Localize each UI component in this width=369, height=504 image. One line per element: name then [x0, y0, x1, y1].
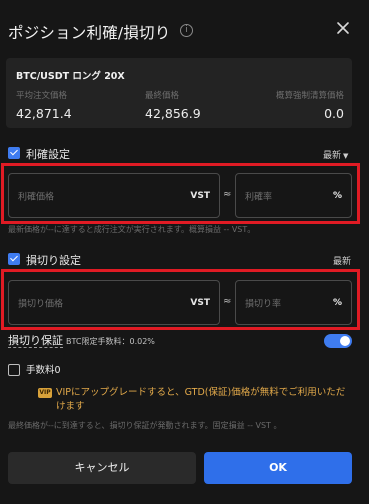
ok-button[interactable]: OK [204, 452, 352, 484]
cancel-button[interactable]: キャンセル [8, 452, 196, 484]
take-profit-rate-placeholder: 利確率 [245, 192, 273, 202]
take-profit-hint: 最新価格が--に達すると成行注文が実行されます。概算損益 -- VST。 [8, 225, 256, 234]
stop-loss-price-input[interactable]: 損切り価格 VST [8, 280, 220, 325]
stop-loss-rate-input[interactable]: 損切り率 % [235, 280, 352, 325]
info-icon[interactable]: i [180, 24, 193, 37]
take-profit-rate-unit: % [332, 190, 342, 201]
take-profit-rate-input[interactable]: 利確率 % [235, 173, 352, 218]
stop-loss-price-placeholder: 損切り価格 [18, 299, 64, 309]
take-profit-label: 利確設定 [26, 148, 70, 161]
approx-sign: ≈ [223, 189, 232, 200]
guaranteed-stop-loss-toggle[interactable] [324, 334, 352, 348]
liquidation-price-label: 概算強制清算価格 [275, 91, 344, 101]
last-price-value: 42,856.9 [145, 106, 201, 121]
take-profit-price-type-select[interactable]: 最新 ▼ [323, 148, 348, 161]
approx-sign: ≈ [223, 296, 232, 307]
position-summary-card: BTC/USDT ロング 20X 平均注文価格 最終価格 概算強制清算価格 42… [6, 58, 352, 128]
take-profit-checkbox[interactable] [8, 147, 20, 159]
fee-zero-checkbox[interactable] [8, 364, 20, 376]
guaranteed-stop-loss-label[interactable]: 損切り保証 [8, 334, 63, 348]
stop-loss-label: 損切り設定 [26, 254, 81, 267]
stop-loss-checkbox[interactable] [8, 253, 20, 265]
avg-price-value: 42,871.4 [16, 106, 72, 121]
guarantee-hint: 最終価格が--に到達すると、損切り保証が発動されます。固定損益 -- VST 。 [8, 421, 282, 430]
position-title: BTC/USDT ロング 20X [16, 71, 125, 82]
chevron-down-icon: ▼ [343, 152, 349, 160]
take-profit-price-input[interactable]: 利確価格 VST [8, 173, 220, 218]
liquidation-price-value: 0.0 [324, 106, 344, 121]
take-profit-price-placeholder: 利確価格 [18, 192, 55, 202]
avg-price-label: 平均注文価格 [16, 91, 68, 101]
close-icon[interactable] [336, 21, 350, 35]
vip-badge-icon: VIP [38, 388, 52, 398]
stop-loss-rate-unit: % [332, 297, 342, 308]
stop-loss-rate-placeholder: 損切り率 [245, 299, 282, 309]
last-price-label: 最終価格 [145, 91, 180, 101]
take-profit-price-unit: VST [190, 190, 210, 201]
dialog-header: ポジション利確/損切り i [0, 0, 369, 58]
stop-loss-price-type[interactable]: 最新 [333, 254, 351, 267]
fee-zero-label: 手数料0 [26, 365, 61, 376]
guaranteed-fee-text: BTC限定手数料：0.02% [66, 337, 155, 346]
take-profit-price-type-value: 最新 [323, 151, 342, 161]
vip-upgrade-text[interactable]: VIPにアップグレードすると、GTD(保証)価格が無料でご利用いただけます [56, 386, 352, 413]
dialog-title: ポジション利確/損切り [8, 24, 171, 42]
stop-loss-price-unit: VST [190, 297, 210, 308]
